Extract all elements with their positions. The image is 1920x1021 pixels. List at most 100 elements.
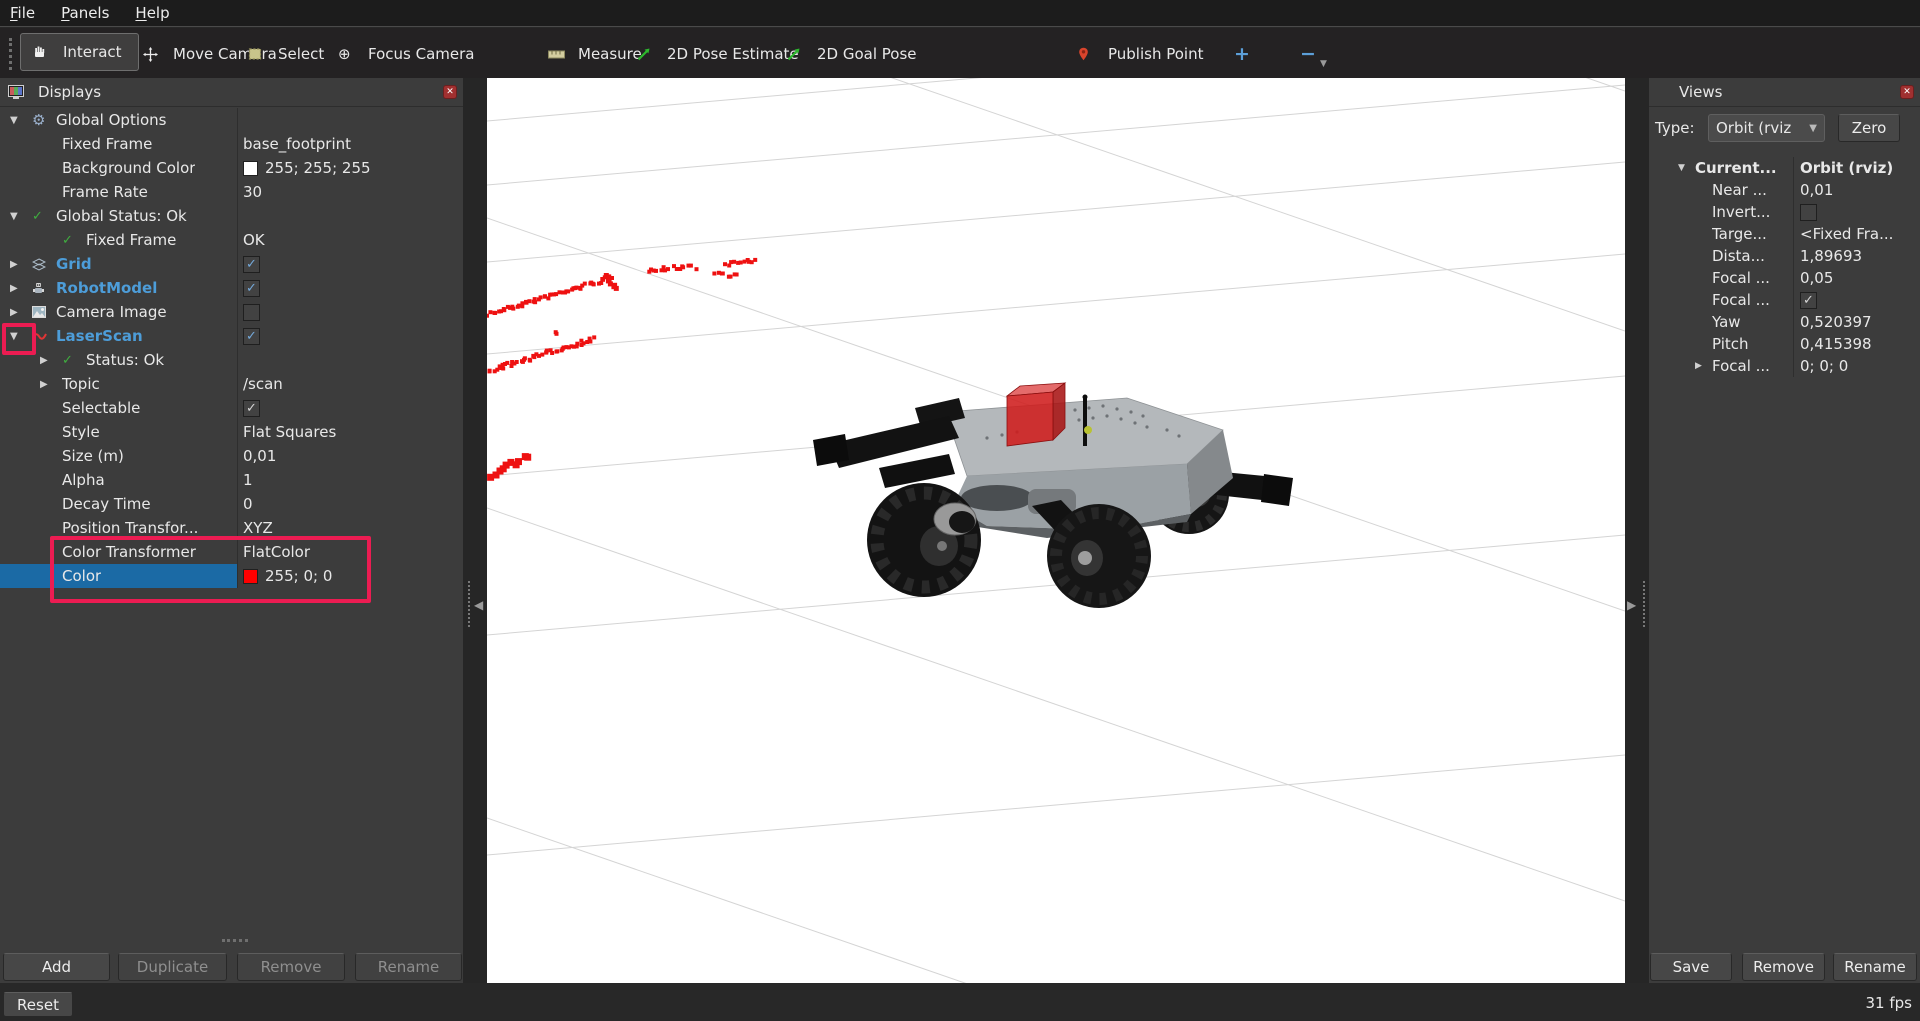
display-row-color-transformer[interactable]: Color TransformerFlatColor [0, 540, 463, 564]
view-row-dista[interactable]: Dista...1,89693 [1649, 245, 1920, 267]
checkbox[interactable]: ✓ [243, 280, 260, 297]
tool-measure[interactable]: Measure [548, 41, 642, 67]
tool-publish-point[interactable]: Publish Point [1078, 41, 1203, 67]
color-swatch[interactable] [243, 161, 258, 176]
checkbox[interactable]: ✓ [243, 256, 260, 273]
collapse-left-icon[interactable]: ◀ [474, 598, 483, 612]
check-icon: ✓ [32, 209, 56, 224]
view-row-yaw[interactable]: Yaw0,520397 [1649, 311, 1920, 333]
property-label: Dista... [1712, 247, 1765, 265]
property-value: FlatColor [243, 543, 310, 561]
gear-icon: ⚙ [32, 111, 56, 129]
checkbox[interactable]: ✓ [243, 400, 260, 417]
3d-viewport[interactable] [487, 78, 1625, 983]
display-row-status-ok[interactable]: ▶✓Status: Ok [0, 348, 463, 372]
display-row-global-options[interactable]: ▼⚙Global Options [0, 108, 463, 132]
remove-tool-button[interactable]: − [1300, 41, 1316, 67]
display-row-frame-rate[interactable]: Frame Rate30 [0, 180, 463, 204]
property-label: Fixed Frame [86, 231, 176, 249]
add-tool-button[interactable]: + [1234, 41, 1250, 67]
fps-counter: 31 fps [1866, 994, 1912, 1012]
tool-2d-goal-pose[interactable]: 2D Goal Pose [787, 41, 917, 67]
save-button[interactable]: Save [1650, 953, 1732, 981]
displays-close-button[interactable]: ✕ [443, 85, 457, 99]
remove-tool-caret-icon[interactable]: ▼ [1320, 59, 1327, 69]
tool-select[interactable]: Select [248, 41, 324, 67]
color-swatch[interactable] [243, 569, 258, 584]
image-icon [32, 306, 56, 318]
expander-open-icon[interactable]: ▼ [10, 211, 32, 222]
display-row-size-m[interactable]: Size (m)0,01 [0, 444, 463, 468]
expander-closed-icon[interactable]: ▶ [10, 283, 32, 294]
display-row-color[interactable]: Color255; 0; 0 [0, 564, 463, 588]
expander-closed-icon[interactable]: ▶ [10, 259, 32, 270]
view-row-current[interactable]: ▼Current...Orbit (rviz) [1649, 157, 1920, 179]
view-row-focal[interactable]: Focal ...0,05 [1649, 267, 1920, 289]
checkbox[interactable]: ✓ [1800, 292, 1817, 309]
splitter-handle[interactable] [222, 939, 248, 942]
display-row-topic[interactable]: ▶Topic/scan [0, 372, 463, 396]
expander-closed-icon[interactable]: ▶ [1695, 361, 1712, 371]
property-label: Invert... [1712, 203, 1770, 221]
duplicate-button[interactable]: Duplicate [118, 953, 227, 981]
expander-closed-icon[interactable]: ▶ [40, 355, 62, 366]
collapse-right-icon[interactable]: ▶ [1627, 598, 1636, 612]
display-row-selectable[interactable]: Selectable✓ [0, 396, 463, 420]
view-row-invert[interactable]: Invert... [1649, 201, 1920, 223]
property-label: RobotModel [56, 279, 157, 297]
display-row-alpha[interactable]: Alpha1 [0, 468, 463, 492]
view-row-targe[interactable]: Targe...<Fixed Fra... [1649, 223, 1920, 245]
tool-2d-pose-estimate[interactable]: 2D Pose Estimate [637, 41, 799, 67]
move-icon [143, 47, 167, 62]
splitter-right[interactable]: ▶ [1625, 78, 1649, 983]
view-row-focal[interactable]: Focal ...✓ [1649, 289, 1920, 311]
property-value: Flat Squares [243, 423, 336, 441]
expander-closed-icon[interactable]: ▶ [40, 379, 62, 390]
property-label: Grid [56, 255, 92, 273]
property-value: 0,520397 [1800, 313, 1872, 331]
toolbar-drag-handle[interactable] [9, 38, 12, 70]
tool-focus-camera[interactable]: ⊕Focus Camera [338, 41, 474, 67]
display-row-laserscan[interactable]: ▼LaserScan✓ [0, 324, 463, 348]
checkbox[interactable] [1800, 204, 1817, 221]
rename-button[interactable]: Rename [355, 953, 462, 981]
view-type-dropdown[interactable]: Orbit (rviz ▼ [1708, 114, 1825, 142]
splitter-left[interactable]: ◀ [463, 78, 487, 983]
property-label: Position Transfor... [62, 519, 198, 537]
display-row-style[interactable]: StyleFlat Squares [0, 420, 463, 444]
display-row-position-transfor[interactable]: Position Transfor...XYZ [0, 516, 463, 540]
add-button[interactable]: Add [3, 953, 110, 981]
display-row-grid[interactable]: ▶ Grid ✓ [0, 252, 463, 276]
display-row-fixed-frame[interactable]: ✓Fixed FrameOK [0, 228, 463, 252]
checkbox[interactable] [243, 304, 260, 321]
menu-help[interactable]: Help [135, 4, 169, 22]
reset-button[interactable]: Reset [3, 992, 73, 1017]
remove-button[interactable]: Remove [1742, 953, 1825, 981]
property-label: Status: Ok [86, 351, 164, 369]
view-row-focal[interactable]: ▶Focal ...0; 0; 0 [1649, 355, 1920, 377]
splitter-dots[interactable] [1643, 581, 1645, 627]
display-row-camera-image[interactable]: ▶Camera Image [0, 300, 463, 324]
splitter-dots[interactable] [468, 581, 470, 627]
zero-button[interactable]: Zero [1838, 114, 1900, 142]
view-row-pitch[interactable]: Pitch0,415398 [1649, 333, 1920, 355]
rename-button[interactable]: Rename [1833, 953, 1917, 981]
display-row-fixed-frame[interactable]: Fixed Framebase_footprint [0, 132, 463, 156]
hand-icon [33, 45, 57, 59]
expander-open-icon[interactable]: ▼ [10, 331, 32, 342]
tool-interact[interactable]: Interact [20, 33, 139, 71]
remove-button[interactable]: Remove [237, 953, 345, 981]
expander-open-icon[interactable]: ▼ [10, 115, 32, 126]
checkbox[interactable]: ✓ [243, 328, 260, 345]
menu-file[interactable]: File [10, 4, 35, 22]
display-row-global-status-ok[interactable]: ▼✓Global Status: Ok [0, 204, 463, 228]
menu-panels[interactable]: Panels [61, 4, 109, 22]
expander-closed-icon[interactable]: ▶ [10, 307, 32, 318]
display-row-decay-time[interactable]: Decay Time0 [0, 492, 463, 516]
expander-open-icon[interactable]: ▼ [1678, 163, 1695, 173]
display-row-robotmodel[interactable]: ▶ RobotModel ✓ [0, 276, 463, 300]
property-label: Background Color [62, 159, 195, 177]
display-row-background-color[interactable]: Background Color255; 255; 255 [0, 156, 463, 180]
view-row-near[interactable]: Near ...0,01 [1649, 179, 1920, 201]
views-close-button[interactable]: ✕ [1900, 85, 1914, 99]
